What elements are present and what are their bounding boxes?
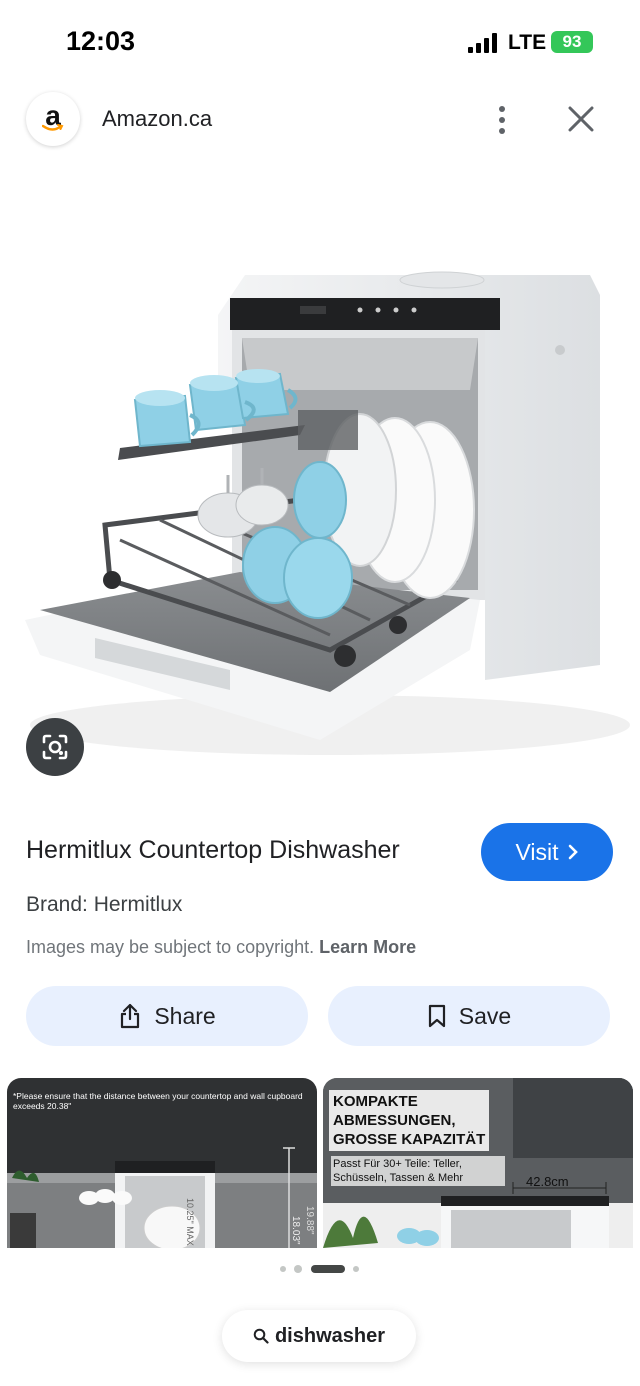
lens-icon bbox=[42, 734, 68, 760]
pager-dot-active bbox=[311, 1265, 345, 1273]
battery-level: 93 bbox=[562, 32, 582, 51]
thumbnail-caption: *Please ensure that the distance between… bbox=[13, 1091, 303, 1112]
share-icon bbox=[121, 1003, 140, 1029]
save-label: Save bbox=[458, 1002, 512, 1029]
network-label: LTE bbox=[508, 31, 547, 54]
product-image[interactable] bbox=[0, 180, 640, 780]
related-image-2[interactable]: KOMPAKTE ABMESSUNGEN, GROSSE KAPAZITÄT P… bbox=[323, 1078, 633, 1248]
share-label: Share bbox=[154, 1002, 216, 1029]
copyright-text: Images may be subject to copyright. bbox=[26, 937, 315, 957]
visit-button[interactable]: Visit bbox=[481, 823, 613, 881]
share-button[interactable]: Share bbox=[26, 986, 308, 1046]
dimension-label: 10.25" MAX bbox=[185, 1198, 195, 1246]
amazon-logo[interactable]: a bbox=[26, 92, 80, 146]
close-icon[interactable] bbox=[566, 104, 596, 134]
google-lens-button[interactable] bbox=[26, 718, 84, 776]
dimension-label: 19.88" bbox=[304, 1206, 315, 1235]
search-query-pill[interactable]: dishwasher bbox=[222, 1310, 416, 1362]
thumbnail-title: KOMPAKTE ABMESSUNGEN, GROSSE KAPAZITÄT bbox=[329, 1090, 490, 1151]
carousel-pager bbox=[280, 1264, 360, 1274]
battery-icon: 93 bbox=[551, 31, 593, 53]
more-vert-icon[interactable] bbox=[488, 104, 516, 136]
chevron-right-icon bbox=[568, 844, 578, 860]
copyright-notice: Images may be subject to copyright. Lear… bbox=[26, 937, 416, 958]
search-query: dishwasher bbox=[274, 1324, 386, 1347]
dimension-label: 42.8cm bbox=[526, 1174, 569, 1189]
status-time: 12:03 bbox=[66, 26, 136, 56]
dimension-label: 18.03" bbox=[290, 1216, 301, 1245]
pager-dot bbox=[294, 1265, 302, 1273]
bookmark-icon bbox=[428, 1004, 445, 1028]
smile-icon bbox=[42, 124, 64, 131]
pager-dot bbox=[353, 1266, 359, 1272]
visit-label: Visit bbox=[515, 838, 559, 865]
pager-dot bbox=[280, 1266, 286, 1272]
product-title: Hermitlux Countertop Dishwasher bbox=[26, 836, 400, 864]
learn-more-link[interactable]: Learn More bbox=[319, 937, 416, 957]
search-icon bbox=[253, 1328, 269, 1344]
site-name[interactable]: Amazon.ca bbox=[102, 106, 212, 132]
brand-label: Brand: Hermitlux bbox=[26, 893, 183, 916]
thumbnail-subtitle: Passt Für 30+ Teile: Teller, Schüsseln, … bbox=[331, 1156, 505, 1186]
save-button[interactable]: Save bbox=[328, 986, 610, 1046]
signal-icon bbox=[468, 33, 498, 53]
related-image-1[interactable]: *Please ensure that the distance between… bbox=[7, 1078, 317, 1248]
